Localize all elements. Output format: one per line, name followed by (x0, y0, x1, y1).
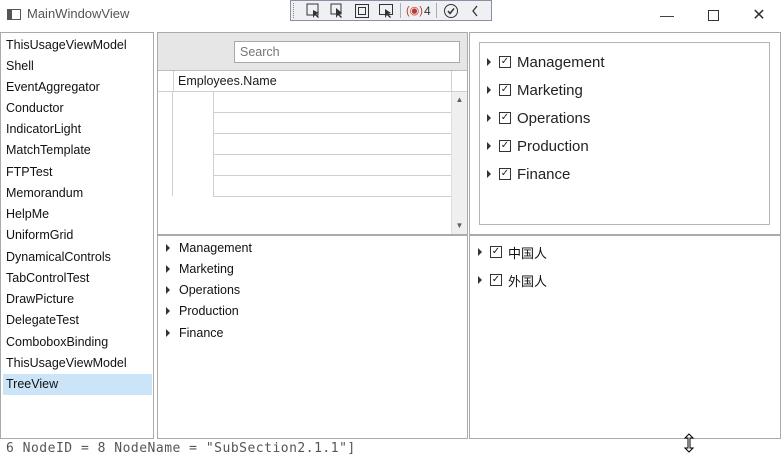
tree-item-label: 外国人 (508, 273, 548, 289)
toolbar-grip[interactable] (293, 3, 298, 18)
app-icon (7, 9, 21, 20)
toolbar-separator (400, 3, 401, 18)
binding-count: 4 (423, 3, 431, 18)
expand-icon[interactable] (166, 329, 170, 337)
tree-item-label: 中国人 (508, 245, 548, 261)
table-row[interactable] (213, 92, 451, 113)
tree-item-label: Management (179, 241, 252, 255)
list-item[interactable]: DelegateTest (3, 310, 152, 331)
column-header-name[interactable]: Employees.Name (178, 74, 277, 88)
view-list[interactable]: ThisUsageViewModel Shell EventAggregator… (0, 32, 154, 439)
checkbox-checked[interactable]: ✓ (499, 84, 511, 96)
tree-item[interactable]: ✓ Operations (487, 108, 590, 128)
people-tree (469, 235, 781, 439)
list-item-selected[interactable]: TreeView (3, 374, 152, 395)
pointer-icon[interactable] (326, 1, 350, 20)
tree-item[interactable]: ✓ 外国人 (478, 270, 547, 290)
tree-item[interactable]: Marketing (166, 259, 234, 279)
expand-icon[interactable] (478, 276, 482, 284)
tree-item-label: Marketing (517, 81, 583, 99)
maximize-icon (707, 9, 719, 21)
expand-icon[interactable] (487, 170, 491, 178)
list-item[interactable]: UniformGrid (3, 225, 152, 246)
expand-icon[interactable] (478, 248, 482, 256)
tree-item-label: Production (517, 137, 589, 155)
list-item[interactable]: MatchTemplate (3, 140, 152, 161)
checkbox-checked[interactable]: ✓ (499, 112, 511, 124)
list-item[interactable]: IndicatorLight (3, 119, 152, 140)
expand-icon[interactable] (166, 286, 170, 294)
tree-item-label: Operations (517, 109, 591, 127)
tree-item[interactable]: ✓ Management (487, 52, 605, 72)
list-item[interactable]: TabControlTest (3, 268, 152, 289)
binding-icon: (◉) (406, 5, 423, 17)
list-item[interactable]: DynamicalControls (3, 247, 152, 268)
list-item[interactable]: EventAggregator (3, 77, 152, 98)
checkbox-checked[interactable]: ✓ (490, 246, 502, 258)
expand-icon[interactable] (487, 58, 491, 66)
select-all-cell[interactable] (158, 71, 174, 92)
table-row[interactable] (213, 176, 451, 197)
checkbox-checked[interactable]: ✓ (499, 56, 511, 68)
scroll-down-icon[interactable]: ▼ (452, 218, 467, 233)
collapse-icon[interactable] (463, 1, 487, 20)
scroll-up-icon[interactable]: ▲ (452, 92, 467, 107)
minimize-icon: — (660, 7, 674, 23)
checkbox-checked[interactable]: ✓ (499, 140, 511, 152)
close-button[interactable]: ✕ (736, 0, 782, 30)
table-row[interactable] (213, 134, 451, 155)
list-item[interactable]: ThisUsageViewModel (3, 35, 152, 56)
checkbox-checked[interactable]: ✓ (490, 274, 502, 286)
select-element-icon[interactable] (302, 1, 326, 20)
search-input[interactable] (234, 41, 460, 63)
expand-icon[interactable] (166, 244, 170, 252)
expand-icon[interactable] (487, 114, 491, 122)
list-item[interactable]: Shell (3, 56, 152, 77)
table-row[interactable] (213, 155, 451, 176)
expand-icon[interactable] (166, 307, 170, 315)
layout-icon[interactable] (374, 1, 398, 20)
vertical-scrollbar[interactable]: ▲ ▼ (451, 92, 467, 234)
list-item[interactable]: Memorandum (3, 183, 152, 204)
table-row[interactable] (213, 113, 451, 134)
expand-icon[interactable] (166, 265, 170, 273)
checkbox-checked[interactable]: ✓ (499, 168, 511, 180)
box-icon[interactable] (350, 1, 374, 20)
check-icon[interactable] (439, 1, 463, 20)
list-item[interactable]: HelpMe (3, 204, 152, 225)
debug-toolbar: (◉) 4 (290, 0, 492, 21)
tree-item[interactable]: ✓ Production (487, 136, 589, 156)
resize-cursor-icon (683, 433, 695, 453)
expand-icon[interactable] (487, 142, 491, 150)
maximize-button[interactable] (690, 0, 736, 30)
grid-header: Employees.Name (158, 71, 467, 92)
tree-item-label: Finance (517, 165, 571, 183)
tree-item-label: Production (179, 304, 239, 318)
tree-item[interactable]: ✓ Finance (487, 164, 570, 184)
close-icon: ✕ (752, 7, 766, 24)
tree-item[interactable]: ✓ 中国人 (478, 242, 547, 262)
tree-item-label: Management (517, 53, 605, 71)
binding-counter[interactable]: (◉) 4 (403, 4, 434, 18)
tree-item-label: Marketing (179, 262, 234, 276)
tree-item-label: Operations (179, 283, 241, 297)
tree-item[interactable]: Management (166, 238, 252, 258)
tree-item[interactable]: Production (166, 301, 239, 321)
minimize-button[interactable]: — (644, 0, 690, 30)
expand-icon[interactable] (487, 86, 491, 94)
window-title: MainWindowView (27, 6, 130, 21)
background-code-text: 6 NodeID = 8 NodeName = "SubSection2.1.1… (6, 441, 356, 456)
list-item[interactable]: ThisUsageViewModel (3, 353, 152, 374)
list-item[interactable]: Conductor (3, 98, 152, 119)
tree-item[interactable]: ✓ Marketing (487, 80, 583, 100)
tree-item[interactable]: Operations (166, 280, 240, 300)
tree-item[interactable]: Finance (166, 323, 223, 343)
list-item[interactable]: FTPTest (3, 162, 152, 183)
header-filler (451, 71, 468, 92)
tree-item-label: Finance (179, 326, 224, 340)
row-header-line (172, 92, 173, 196)
list-item[interactable]: ComboboxBinding (3, 332, 152, 353)
list-item[interactable]: DrawPicture (3, 289, 152, 310)
toolbar-separator (435, 3, 437, 18)
